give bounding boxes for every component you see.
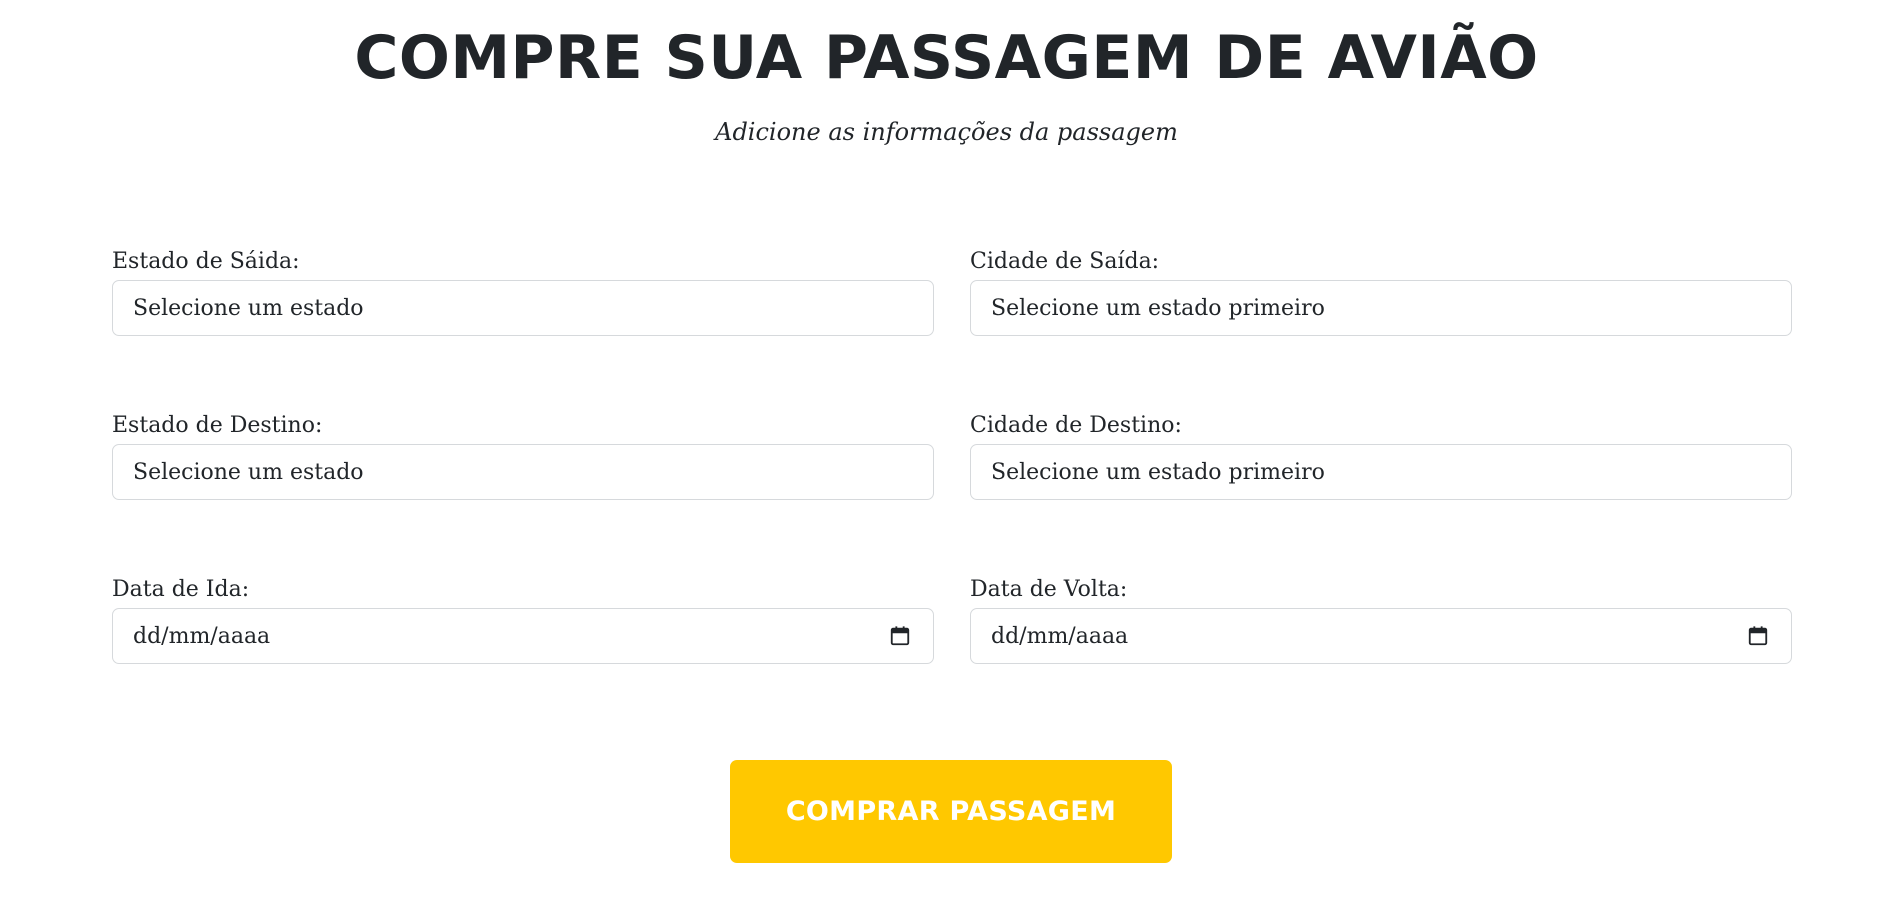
destination-state-value: Selecione um estado [133, 459, 364, 485]
departure-date-label: Data de Ida: [112, 577, 250, 602]
submit-wrapper: COMPRAR PASSAGEM [730, 760, 1172, 863]
destination-city-label: Cidade de Destino: [970, 413, 1182, 438]
departure-date-input[interactable]: dd/mm/aaaa [112, 608, 934, 664]
departure-city-field: Cidade de Saída: Selecione um estado pri… [970, 246, 1792, 336]
destination-city-select[interactable]: Selecione um estado primeiro [970, 444, 1792, 500]
departure-state-select[interactable]: Selecione um estado [112, 280, 934, 336]
ticket-purchase-page: COMPRE SUA PASSAGEM DE AVIÃO Adicione as… [0, 0, 1893, 900]
departure-city-value: Selecione um estado primeiro [991, 295, 1325, 321]
buy-ticket-button[interactable]: COMPRAR PASSAGEM [730, 760, 1172, 863]
destination-city-field: Cidade de Destino: Selecione um estado p… [970, 410, 1792, 500]
return-date-value: dd/mm/aaaa [991, 623, 1129, 649]
page-subtitle: Adicione as informações da passagem [715, 118, 1178, 146]
departure-city-label: Cidade de Saída: [970, 249, 1160, 274]
destination-state-label: Estado de Destino: [112, 413, 323, 438]
departure-state-label: Estado de Sáida: [112, 249, 300, 274]
return-date-input[interactable]: dd/mm/aaaa [970, 608, 1792, 664]
destination-state-select[interactable]: Selecione um estado [112, 444, 934, 500]
calendar-icon[interactable] [889, 625, 911, 647]
destination-state-field: Estado de Destino: Selecione um estado [112, 410, 934, 500]
destination-city-value: Selecione um estado primeiro [991, 459, 1325, 485]
departure-city-select[interactable]: Selecione um estado primeiro [970, 280, 1792, 336]
departure-date-value: dd/mm/aaaa [133, 623, 271, 649]
return-date-field: Data de Volta: dd/mm/aaaa [970, 574, 1792, 664]
departure-date-field: Data de Ida: dd/mm/aaaa [112, 574, 934, 664]
departure-state-value: Selecione um estado [133, 295, 364, 321]
return-date-label: Data de Volta: [970, 577, 1128, 602]
departure-state-field: Estado de Sáida: Selecione um estado [112, 246, 934, 336]
page-title: COMPRE SUA PASSAGEM DE AVIÃO [354, 23, 1539, 93]
calendar-icon[interactable] [1747, 625, 1769, 647]
